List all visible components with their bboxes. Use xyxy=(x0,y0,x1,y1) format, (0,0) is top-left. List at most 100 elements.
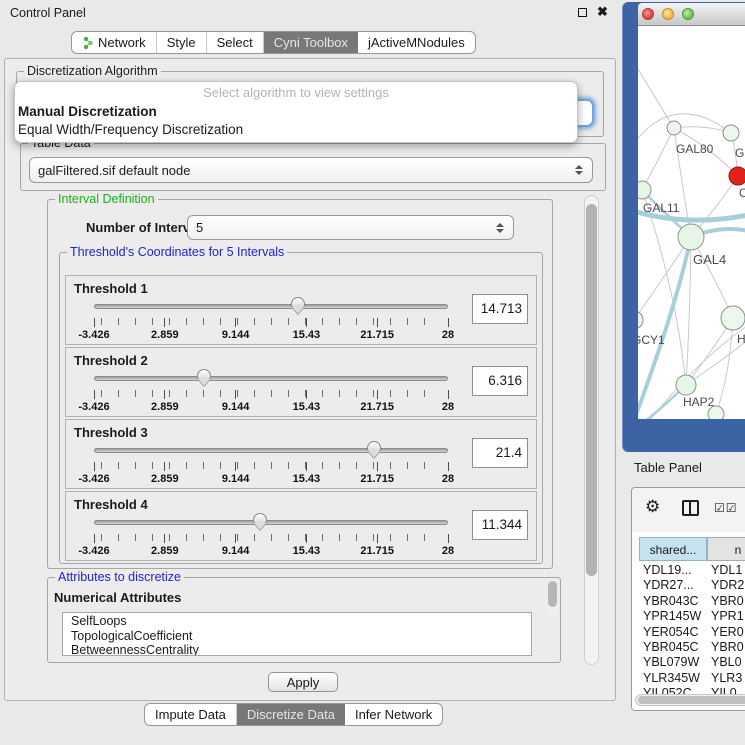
num-intervals-combobox[interactable]: 5 xyxy=(187,215,514,240)
network-node[interactable] xyxy=(721,306,745,330)
attribute-list-item[interactable]: BetweennessCentrality xyxy=(63,642,531,656)
close-traffic-light-icon[interactable] xyxy=(642,8,654,20)
slider-thumb[interactable] xyxy=(367,441,381,452)
float-window-icon[interactable] xyxy=(578,8,587,17)
threshold-slider[interactable]: -3.4262.8599.14415.4321.71528 xyxy=(94,370,448,414)
attributes-scrollbar[interactable] xyxy=(547,580,558,618)
slider-thumb[interactable] xyxy=(291,297,305,308)
table-cell[interactable]: YBR0 xyxy=(711,640,744,654)
network-nodes[interactable] xyxy=(638,121,745,419)
threshold-value-field[interactable]: 11.344 xyxy=(472,510,528,540)
tab-style[interactable]: Style xyxy=(157,32,207,53)
network-node[interactable] xyxy=(678,224,704,250)
combo-value: galFiltered.sif default node xyxy=(38,163,190,178)
slider-major-tick xyxy=(94,318,95,327)
network-node[interactable] xyxy=(667,121,681,135)
tab-impute-data[interactable]: Impute Data xyxy=(145,704,237,725)
slider-tick-label: 2.859 xyxy=(133,545,197,557)
table-data-combobox[interactable]: galFiltered.sif default node xyxy=(29,157,593,183)
network-node[interactable] xyxy=(638,181,651,199)
network-canvas[interactable]: GAL80 G GAL11 C GAL4 GCY1 H HAP2 xyxy=(638,26,745,419)
table-cell[interactable]: YER054C xyxy=(643,625,699,639)
threshold-slider[interactable]: -3.4262.8599.14415.4321.71528 xyxy=(94,514,448,558)
network-window-titlebar[interactable] xyxy=(638,3,745,26)
table-row[interactable]: YDL19... YDL1 xyxy=(632,563,745,578)
table-panel: ⚙ ☑☑ shared... n YDL19...YDL1YDR27...YDR… xyxy=(631,487,745,711)
network-node-selected[interactable] xyxy=(729,167,745,185)
threshold-value-field[interactable]: 21.4 xyxy=(472,438,528,468)
tab-network[interactable]: Network xyxy=(72,32,157,53)
table-row[interactable]: YBL079W YBL0 xyxy=(632,655,745,670)
table-row[interactable]: YPR145W YPR1 xyxy=(632,609,745,624)
table-cell[interactable]: YDL1 xyxy=(711,563,742,577)
main-scrollbar[interactable] xyxy=(584,195,599,665)
slider-tick-label: 2.859 xyxy=(133,401,197,413)
slider-tick-label: 28 xyxy=(416,329,480,341)
apply-button[interactable]: Apply xyxy=(268,672,338,692)
tab-cyni-toolbox[interactable]: Cyni Toolbox xyxy=(264,32,358,53)
slider-thumb[interactable] xyxy=(197,369,211,380)
table-cell[interactable]: YBR043C xyxy=(643,594,699,608)
threshold-value-field[interactable]: 6.316 xyxy=(472,366,528,396)
select-columns-icon[interactable]: ☑☑ xyxy=(714,501,738,515)
gear-icon[interactable]: ⚙ xyxy=(645,497,660,517)
table-cell[interactable]: YER0 xyxy=(711,625,744,639)
split-view-icon[interactable] xyxy=(682,500,699,516)
slider-major-tick xyxy=(235,318,236,327)
minimize-traffic-light-icon[interactable] xyxy=(662,8,674,20)
table-cell[interactable]: YDR2 xyxy=(711,578,744,592)
table-row[interactable]: YBR043C YBR0 xyxy=(632,594,745,609)
dropdown-option-manual[interactable]: Manual Discretization xyxy=(15,104,577,122)
slider-track[interactable] xyxy=(94,376,448,381)
network-node[interactable] xyxy=(723,125,739,141)
attribute-list-item[interactable]: TopologicalCoefficient xyxy=(63,628,531,643)
threshold-label: Threshold 4 xyxy=(74,497,148,512)
slider-thumb[interactable] xyxy=(253,513,267,524)
table-cell[interactable]: YBR045C xyxy=(643,640,699,654)
table-cell[interactable]: YBL079W xyxy=(643,655,699,669)
node-label: G xyxy=(735,146,744,160)
threshold-slider[interactable]: -3.4262.8599.14415.4321.71528 xyxy=(94,442,448,486)
table-cell[interactable]: YPR145W xyxy=(643,609,701,623)
network-node[interactable] xyxy=(638,311,643,329)
threshold-panel: Threshold 1 -3.4262.8599.14415.4321.7152… xyxy=(65,275,537,345)
column-header-shared-name[interactable]: shared... xyxy=(639,537,707,561)
tab-select[interactable]: Select xyxy=(207,32,264,53)
slider-major-tick xyxy=(164,390,165,399)
node-label: H xyxy=(737,332,745,346)
threshold-slider[interactable]: -3.4262.8599.14415.4321.71528 xyxy=(94,298,448,342)
tab-discretize-data[interactable]: Discretize Data xyxy=(237,704,345,725)
table-row[interactable]: YLR345W YLR3 xyxy=(632,671,745,686)
tab-jactivemnodules[interactable]: jActiveMNodules xyxy=(358,32,475,53)
tab-infer-network[interactable]: Infer Network xyxy=(345,704,442,725)
slider-track[interactable] xyxy=(94,304,448,309)
table-cell[interactable]: YLR3 xyxy=(711,671,742,685)
network-view-window[interactable]: GAL80 G GAL11 C GAL4 GCY1 H HAP2 xyxy=(622,2,745,452)
node-label: GAL4 xyxy=(693,252,726,267)
table-row[interactable]: YDR27... YDR2 xyxy=(632,578,745,593)
table-cell[interactable]: YLR345W xyxy=(643,671,700,685)
table-row[interactable]: YER054C YER0 xyxy=(632,625,745,640)
numerical-attributes-list[interactable]: SelfLoopsTopologicalCoefficientBetweenne… xyxy=(62,612,532,656)
dropdown-option-equal-width[interactable]: Equal Width/Frequency Discretization xyxy=(15,122,577,140)
attribute-list-item[interactable]: SelfLoops xyxy=(63,613,531,628)
slider-track[interactable] xyxy=(94,520,448,525)
threshold-value-field[interactable]: 14.713 xyxy=(472,294,528,324)
table-cell[interactable]: YBR0 xyxy=(711,594,744,608)
slider-tick-label: 9.144 xyxy=(204,545,268,557)
column-header-name[interactable]: n xyxy=(707,537,745,561)
slider-track[interactable] xyxy=(94,448,448,453)
table-cell[interactable]: YPR1 xyxy=(711,609,744,623)
table-cell[interactable]: YDR27... xyxy=(643,578,694,592)
table-cell[interactable]: YDL19... xyxy=(643,563,692,577)
zoom-traffic-light-icon[interactable] xyxy=(682,8,694,20)
table-horizontal-scrollbar[interactable] xyxy=(635,694,745,706)
threshold-panel: Threshold 4 -3.4262.8599.14415.4321.7152… xyxy=(65,491,537,561)
table-toolbar: ⚙ ☑☑ xyxy=(632,488,745,532)
slider-tick-label: -3.426 xyxy=(62,545,126,557)
close-icon[interactable]: ✖ xyxy=(597,4,608,20)
table-cell[interactable]: YBL0 xyxy=(711,655,742,669)
slider-major-tick xyxy=(94,534,95,543)
table-row[interactable]: YBR045C YBR0 xyxy=(632,640,745,655)
network-node[interactable] xyxy=(676,375,696,395)
